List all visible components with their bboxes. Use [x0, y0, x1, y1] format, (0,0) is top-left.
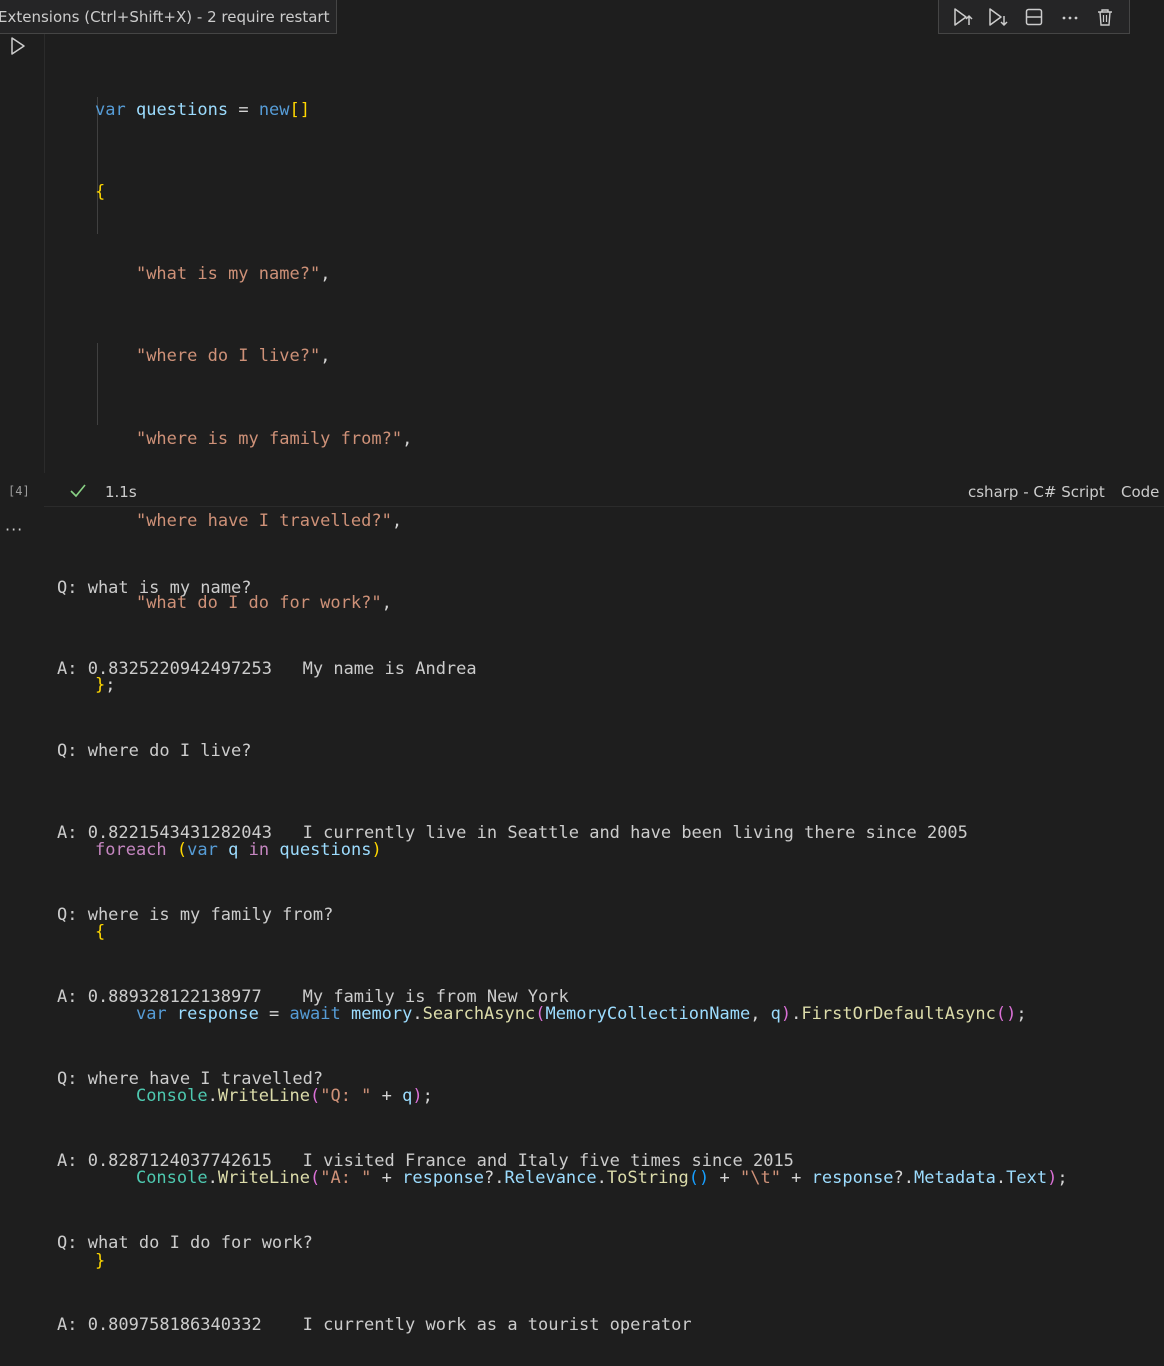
- output-line: A: 0.8325220942497253 My name is Andrea: [57, 659, 477, 680]
- output-line: Q: what do I do for work?: [57, 1232, 313, 1253]
- output-line: Q: what is my name?: [57, 577, 252, 598]
- run-above-button[interactable]: [950, 4, 976, 30]
- more-actions-button[interactable]: [1057, 4, 1083, 30]
- code-line: {: [95, 182, 106, 203]
- cell-toolbar: [938, 0, 1130, 34]
- output-line: Q: where have I travelled?: [57, 1068, 324, 1089]
- divider: [44, 506, 1164, 507]
- code-line: var questions = new[]: [95, 99, 311, 120]
- output-line: Q: where is my family from?: [57, 905, 334, 926]
- ellipsis-icon: [1062, 16, 1077, 19]
- output-line: A: 0.8221543431282043 I currently live i…: [57, 823, 968, 844]
- code-line: "where do I live?",: [135, 346, 331, 367]
- cell-output: Q: what is my name? A: 0.832522094249725…: [57, 520, 968, 1366]
- run-cell-button[interactable]: [8, 36, 28, 56]
- output-line: A: 0.889328122138977 My family is from N…: [57, 987, 569, 1008]
- play-icon: [11, 37, 25, 55]
- tooltip-text: Extensions (Ctrl+Shift+X) - 2 require re…: [0, 8, 330, 26]
- delete-cell-button[interactable]: [1092, 4, 1118, 30]
- language-picker[interactable]: csharp - C# Script: [968, 483, 1105, 501]
- run-below-icon: [989, 7, 1008, 26]
- cell-mode-label[interactable]: Code: [1121, 483, 1159, 501]
- code-line: "where is my family from?",: [135, 428, 413, 449]
- run-below-button[interactable]: [985, 4, 1011, 30]
- split-cell-button[interactable]: [1021, 4, 1047, 30]
- execution-count: [4]: [8, 484, 30, 498]
- cell-status-bar: [4] 1.1s csharp - C# Script Code: [0, 478, 1164, 506]
- extensions-tooltip: Extensions (Ctrl+Shift+X) - 2 require re…: [0, 0, 337, 34]
- output-more-icon[interactable]: ···: [5, 520, 23, 539]
- run-above-icon: [954, 7, 973, 26]
- output-line: A: 0.809758186340332 I currently work as…: [57, 1314, 692, 1335]
- code-line: "what is my name?",: [135, 264, 331, 285]
- success-check-icon: [68, 480, 88, 504]
- output-line: Q: where do I live?: [57, 741, 252, 762]
- split-cell-icon: [1025, 8, 1043, 25]
- trash-icon: [1098, 8, 1113, 26]
- execution-time: 1.1s: [105, 483, 137, 501]
- output-line: A: 0.8287124037742615 I visited France a…: [57, 1150, 794, 1171]
